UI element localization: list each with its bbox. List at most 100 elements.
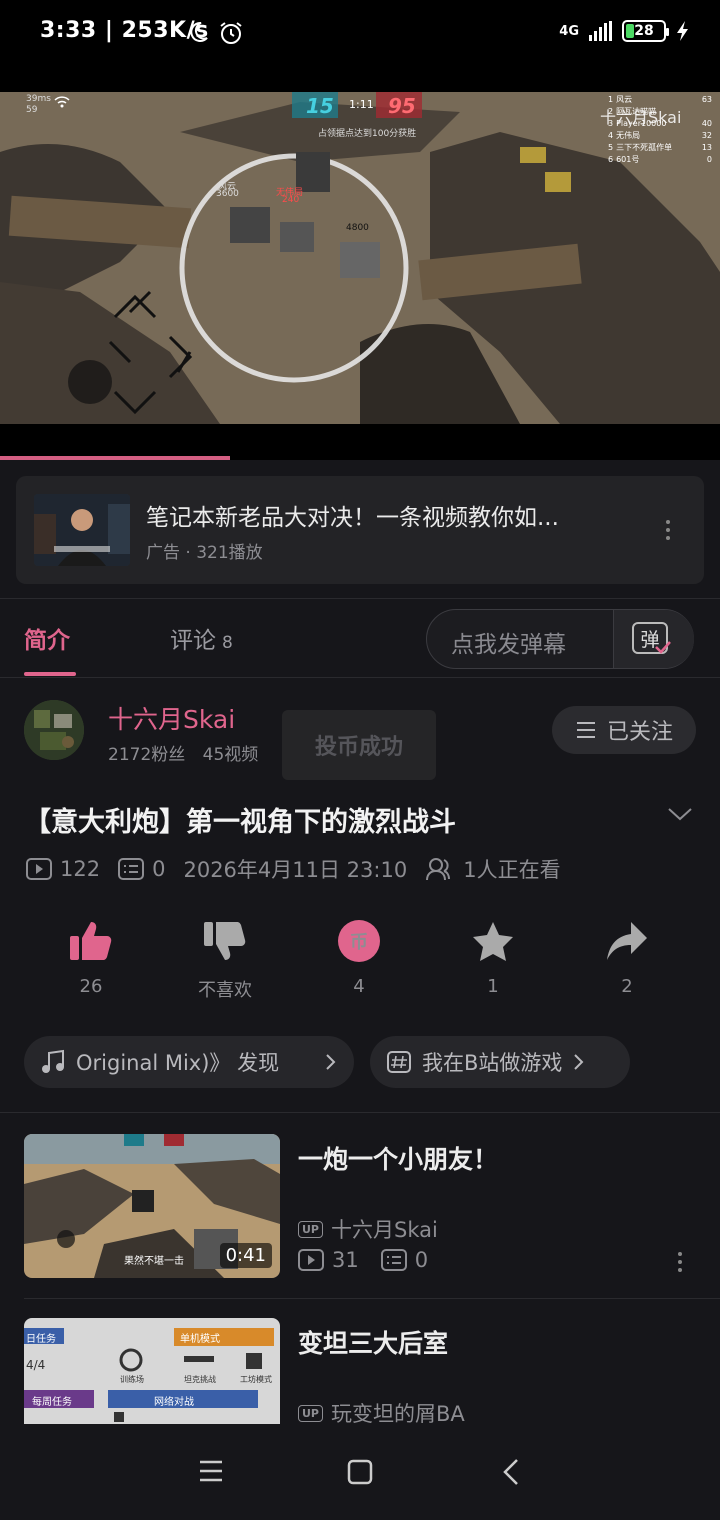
thumb-label: 日任务 <box>26 1334 56 1345</box>
game-tag-label: 我在B站做游戏 <box>422 1051 563 1075</box>
home-icon[interactable] <box>347 1459 373 1485</box>
related-title-2[interactable]: 变坦三大后室 <box>298 1324 448 1360</box>
up-badge: UP <box>298 1220 323 1238</box>
danmaku-count-icon <box>380 1249 407 1271</box>
more-options-icon[interactable] <box>678 1252 682 1272</box>
duration-badge: 0:41 <box>219 1243 272 1268</box>
scoreboard: 1 风云 63 2 阿瓦达喵喵 3 Player10000 40 4 无伟局 32 5 三下不死孤作单 1… <box>608 94 712 166</box>
video-bottom-bar <box>0 424 720 460</box>
related-divider <box>24 1298 720 1299</box>
like-button[interactable]: 26 <box>31 920 151 997</box>
ad-thumbnail <box>34 494 130 566</box>
tab-comments[interactable]: 评论 8 <box>170 621 233 655</box>
ad-title: 笔记本新老品大对决！一条视频教你如... <box>146 505 559 531</box>
danmu-toggle-button[interactable]: 弹 <box>614 610 694 668</box>
match-timer: 1:11 <box>349 98 374 111</box>
player-label-1-hp: 3600 <box>216 189 239 199</box>
uploader-name[interactable]: 十六月Skai <box>108 700 235 736</box>
game-tag[interactable]: 我在B站做游戏 <box>370 1036 630 1088</box>
up-badge: UP <box>298 1404 323 1422</box>
thumbs-down-icon <box>204 922 246 960</box>
hashtag-icon <box>387 1051 411 1073</box>
network-label: 4G <box>559 23 579 39</box>
dislike-button[interactable]: 不喜欢 <box>165 920 285 1002</box>
chevron-right-icon <box>574 1054 584 1070</box>
scoreboard-row: 5 三下不死孤作单 13 <box>608 143 712 152</box>
system-nav-bar <box>0 1424 720 1520</box>
danmu-placeholder: 点我发弹幕 <box>451 632 566 658</box>
check-icon <box>655 641 671 654</box>
objective-text: 占领据点达到100分获胜 <box>318 129 417 139</box>
scoreboard-row: 3 Player10000 40 <box>608 119 712 128</box>
chevron-right-icon <box>326 1054 336 1070</box>
danmu-input[interactable]: 点我发弹幕 弹 <box>426 609 694 669</box>
video-progress-bar[interactable] <box>0 456 231 460</box>
charging-icon <box>677 21 688 41</box>
music-note-icon <box>42 1049 64 1073</box>
ad-card[interactable]: 笔记本新老品大对决！一条视频教你如... 广告 · 321播放 <box>16 476 704 584</box>
ad-meta: 广告 · 321播放 <box>146 543 263 563</box>
favorite-count: 1 <box>487 976 499 997</box>
scoreboard-row: 1 风云 63 <box>608 95 712 104</box>
menu-icon <box>576 722 595 738</box>
section-divider <box>0 1112 720 1113</box>
share-button[interactable]: 2 <box>567 920 687 997</box>
status-time: 3:33 | 253K/s <box>40 18 209 43</box>
music-tag[interactable]: Original Mix)》 发现 <box>24 1036 354 1088</box>
chevron-down-icon[interactable] <box>666 804 694 824</box>
play-count-icon <box>26 858 52 880</box>
uploader-avatar[interactable] <box>24 700 84 760</box>
back-icon[interactable] <box>502 1458 520 1486</box>
status-bar: 3:33 | 253K/s 4G 28 <box>0 0 720 92</box>
related-uploader-1: UP 十六月Skai <box>298 1214 438 1244</box>
coin-count: 4 <box>353 976 365 997</box>
thumb-label: 训练场 <box>120 1375 144 1384</box>
related-subtitle: 果然不堪一击 <box>124 1256 184 1267</box>
related-title-1[interactable]: 一炮一个小朋友！ <box>298 1140 498 1176</box>
player-label-2-hp: 240 <box>282 195 300 205</box>
share-count: 2 <box>621 976 633 997</box>
tab-bar: 简介 评论 8 点我发弹幕 弹 <box>0 598 720 678</box>
favorite-button[interactable]: 1 <box>433 920 553 997</box>
scoreboard-row: 4 无伟局 32 <box>608 131 712 140</box>
related-stats-1: 31 0 <box>298 1248 428 1272</box>
scoreboard-row: 2 阿瓦达喵喵 <box>608 107 657 116</box>
coin-icon: 币 <box>338 920 380 962</box>
tab-intro[interactable]: 简介 <box>24 621 70 655</box>
score-red: 95 <box>388 94 416 118</box>
video-meta: 122 0 2026年4月11日 23:10 1人正在看 <box>26 854 561 884</box>
thumbs-up-icon <box>70 922 112 960</box>
recent-apps-icon[interactable] <box>198 1460 224 1482</box>
music-tag-label: Original Mix)》 发现 <box>76 1051 280 1075</box>
related-thumbnail-1[interactable]: 果然不堪一击 0:41 <box>24 1134 280 1278</box>
related-thumbnail-2[interactable]: 日任务 4/4 单机模式 每周任务 网络对战 训练场 坦克挑战 工坊模式 <box>24 1318 280 1424</box>
danmaku-count-icon <box>118 858 145 880</box>
thumb-label: 网络对战 <box>154 1397 194 1408</box>
thumb-label: 坦克挑战 <box>184 1375 216 1384</box>
ping-text: 39ms <box>26 94 51 104</box>
share-icon <box>607 922 647 960</box>
score-blue: 15 <box>306 94 334 118</box>
coin-button[interactable]: 币 4 <box>299 920 419 997</box>
play-count-icon <box>298 1249 324 1271</box>
hp-value: 4800 <box>346 223 369 233</box>
signal-icon <box>589 21 612 41</box>
battery-icon: 28 <box>622 20 669 42</box>
like-count: 26 <box>79 976 103 997</box>
video-title: 【意大利炮】第一视角下的激烈战斗 <box>24 807 456 838</box>
video-player[interactable]: 15 1:11 95 占领据点达到100分获胜 39ms 59 4800 风云 … <box>0 92 720 424</box>
watching-icon <box>426 858 451 881</box>
coin-toast: 投币成功 <box>282 710 436 780</box>
status-right: 4G 28 <box>559 20 690 42</box>
thumb-label: 单机模式 <box>180 1334 220 1345</box>
thumb-label: 每周任务 <box>32 1397 72 1408</box>
follow-button[interactable]: 已关注 <box>552 706 696 754</box>
thumb-label: 工坊模式 <box>240 1375 272 1384</box>
tab-indicator <box>24 672 76 676</box>
thumb-label: 4/4 <box>26 1358 46 1372</box>
dislike-label: 不喜欢 <box>198 980 252 1001</box>
star-icon <box>473 922 513 961</box>
scoreboard-row: 6 601号 0 <box>608 155 712 164</box>
fps-text: 59 <box>26 105 38 115</box>
more-options-icon[interactable] <box>666 520 670 540</box>
